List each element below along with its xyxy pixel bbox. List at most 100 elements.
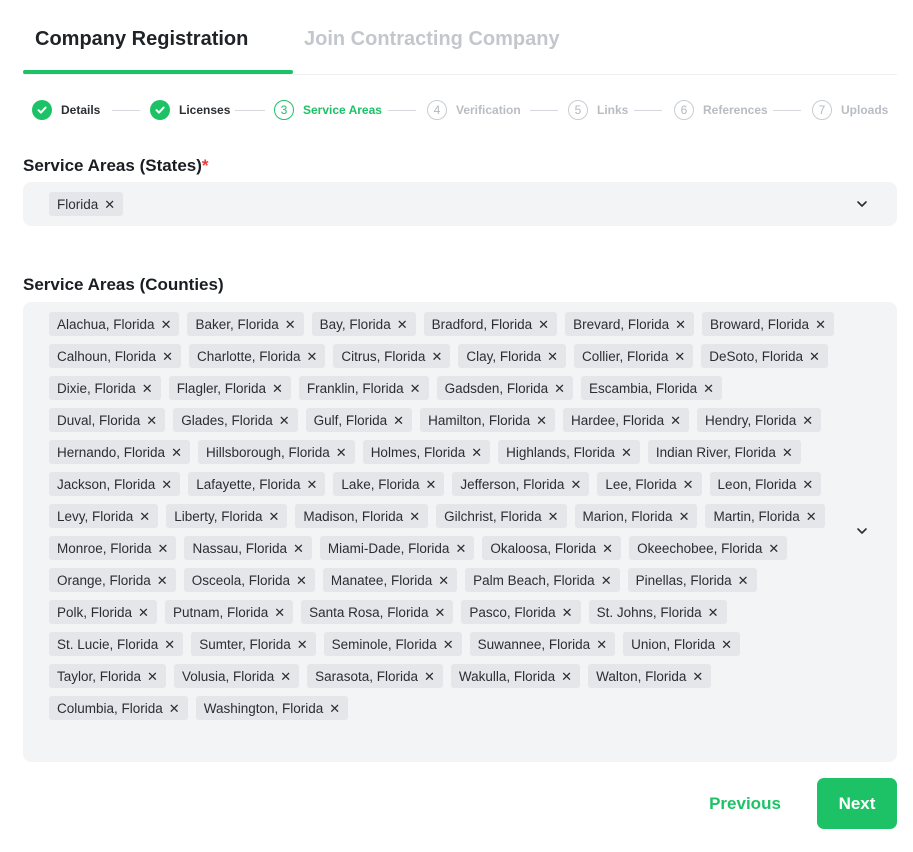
selected-chip: Broward, Florida ✕ — [702, 312, 834, 336]
chip-label: Jefferson, Florida — [460, 476, 565, 492]
close-icon[interactable]: ✕ — [431, 350, 442, 363]
step-verification[interactable]: 4 Verification — [427, 100, 521, 120]
close-icon[interactable]: ✕ — [147, 670, 158, 683]
chevron-down-icon[interactable] — [855, 524, 869, 538]
close-icon[interactable]: ✕ — [279, 414, 290, 427]
close-icon[interactable]: ✕ — [692, 670, 703, 683]
close-icon[interactable]: ✕ — [397, 318, 408, 331]
close-icon[interactable]: ✕ — [621, 446, 632, 459]
close-icon[interactable]: ✕ — [425, 478, 436, 491]
selected-chip: Sarasota, Florida ✕ — [307, 664, 443, 688]
close-icon[interactable]: ✕ — [708, 606, 719, 619]
chip-label: Gadsden, Florida — [444, 380, 549, 396]
close-icon[interactable]: ✕ — [164, 638, 175, 651]
step-uploads[interactable]: 7 Uploads — [812, 100, 888, 120]
selected-chip: Alachua, Florida ✕ — [49, 312, 180, 336]
tab-company-registration[interactable]: Company Registration — [35, 27, 248, 51]
step-licenses[interactable]: Licenses — [150, 100, 230, 120]
close-icon[interactable]: ✕ — [142, 382, 153, 395]
close-icon[interactable]: ✕ — [434, 606, 445, 619]
close-icon[interactable]: ✕ — [274, 606, 285, 619]
close-icon[interactable]: ✕ — [554, 382, 565, 395]
close-icon[interactable]: ✕ — [536, 414, 547, 427]
close-icon[interactable]: ✕ — [538, 318, 549, 331]
close-icon[interactable]: ✕ — [548, 510, 559, 523]
close-icon[interactable]: ✕ — [169, 702, 180, 715]
close-icon[interactable]: ✕ — [329, 702, 340, 715]
states-select[interactable]: Florida ✕ — [23, 182, 897, 226]
close-icon[interactable]: ✕ — [157, 574, 168, 587]
close-icon[interactable]: ✕ — [768, 542, 779, 555]
selected-chip: Gulf, Florida ✕ — [305, 408, 413, 432]
close-icon[interactable]: ✕ — [561, 670, 572, 683]
chip-label: Lake, Florida — [341, 476, 420, 492]
close-icon[interactable]: ✕ — [424, 670, 435, 683]
selected-chip: Polk, Florida ✕ — [49, 600, 157, 624]
close-icon[interactable]: ✕ — [438, 574, 449, 587]
close-icon[interactable]: ✕ — [806, 510, 817, 523]
step-links[interactable]: 5 Links — [568, 100, 628, 120]
close-icon[interactable]: ✕ — [443, 638, 454, 651]
close-icon[interactable]: ✕ — [815, 318, 826, 331]
close-icon[interactable]: ✕ — [272, 382, 283, 395]
close-icon[interactable]: ✕ — [162, 350, 173, 363]
close-icon[interactable]: ✕ — [268, 510, 279, 523]
tab-join-contracting-company[interactable]: Join Contracting Company — [304, 27, 560, 51]
close-icon[interactable]: ✕ — [161, 318, 172, 331]
chip-label: Taylor, Florida — [57, 668, 142, 684]
close-icon[interactable]: ✕ — [471, 446, 482, 459]
chevron-down-icon[interactable] — [855, 197, 869, 211]
close-icon[interactable]: ✕ — [285, 318, 296, 331]
close-icon[interactable]: ✕ — [703, 382, 714, 395]
step-number: 4 — [427, 100, 447, 120]
close-icon[interactable]: ✕ — [679, 510, 690, 523]
step-number: 3 — [274, 100, 294, 120]
close-icon[interactable]: ✕ — [280, 670, 291, 683]
close-icon[interactable]: ✕ — [562, 606, 573, 619]
close-icon[interactable]: ✕ — [721, 638, 732, 651]
close-icon[interactable]: ✕ — [161, 478, 172, 491]
close-icon[interactable]: ✕ — [296, 574, 307, 587]
close-icon[interactable]: ✕ — [782, 446, 793, 459]
close-icon[interactable]: ✕ — [146, 414, 157, 427]
step-references[interactable]: 6 References — [674, 100, 768, 120]
close-icon[interactable]: ✕ — [738, 574, 749, 587]
close-icon[interactable]: ✕ — [158, 542, 169, 555]
close-icon[interactable]: ✕ — [547, 350, 558, 363]
close-icon[interactable]: ✕ — [139, 510, 150, 523]
close-icon[interactable]: ✕ — [596, 638, 607, 651]
close-icon[interactable]: ✕ — [293, 542, 304, 555]
step-details[interactable]: Details — [32, 100, 100, 120]
close-icon[interactable]: ✕ — [601, 574, 612, 587]
close-icon[interactable]: ✕ — [809, 350, 820, 363]
next-button[interactable]: Next — [817, 778, 897, 829]
selected-chip: Osceola, Florida ✕ — [183, 568, 315, 592]
close-icon[interactable]: ✕ — [171, 446, 182, 459]
close-icon[interactable]: ✕ — [393, 414, 404, 427]
chip-label: Gulf, Florida — [313, 412, 388, 428]
close-icon[interactable]: ✕ — [336, 446, 347, 459]
chip-label: Pasco, Florida — [469, 604, 556, 620]
close-icon[interactable]: ✕ — [670, 414, 681, 427]
close-icon[interactable]: ✕ — [802, 414, 813, 427]
close-icon[interactable]: ✕ — [138, 606, 149, 619]
close-icon[interactable]: ✕ — [455, 542, 466, 555]
close-icon[interactable]: ✕ — [683, 478, 694, 491]
counties-select[interactable]: Alachua, Florida ✕ Baker, Florida ✕ Bay, Flo… — [23, 302, 897, 762]
close-icon[interactable]: ✕ — [307, 478, 318, 491]
step-label: Uploads — [841, 103, 889, 117]
close-icon[interactable]: ✕ — [307, 350, 318, 363]
close-icon[interactable]: ✕ — [410, 382, 421, 395]
chip-label: Manatee, Florida — [330, 572, 433, 588]
close-icon[interactable]: ✕ — [409, 510, 420, 523]
close-icon[interactable]: ✕ — [602, 542, 613, 555]
close-icon[interactable]: ✕ — [297, 638, 308, 651]
step-service-areas[interactable]: 3 Service Areas — [274, 100, 382, 120]
close-icon[interactable]: ✕ — [104, 198, 115, 211]
previous-button[interactable]: Previous — [694, 780, 796, 828]
close-icon[interactable]: ✕ — [802, 478, 813, 491]
close-icon[interactable]: ✕ — [674, 350, 685, 363]
close-icon[interactable]: ✕ — [675, 318, 686, 331]
chip-label: Holmes, Florida — [370, 444, 466, 460]
close-icon[interactable]: ✕ — [570, 478, 581, 491]
